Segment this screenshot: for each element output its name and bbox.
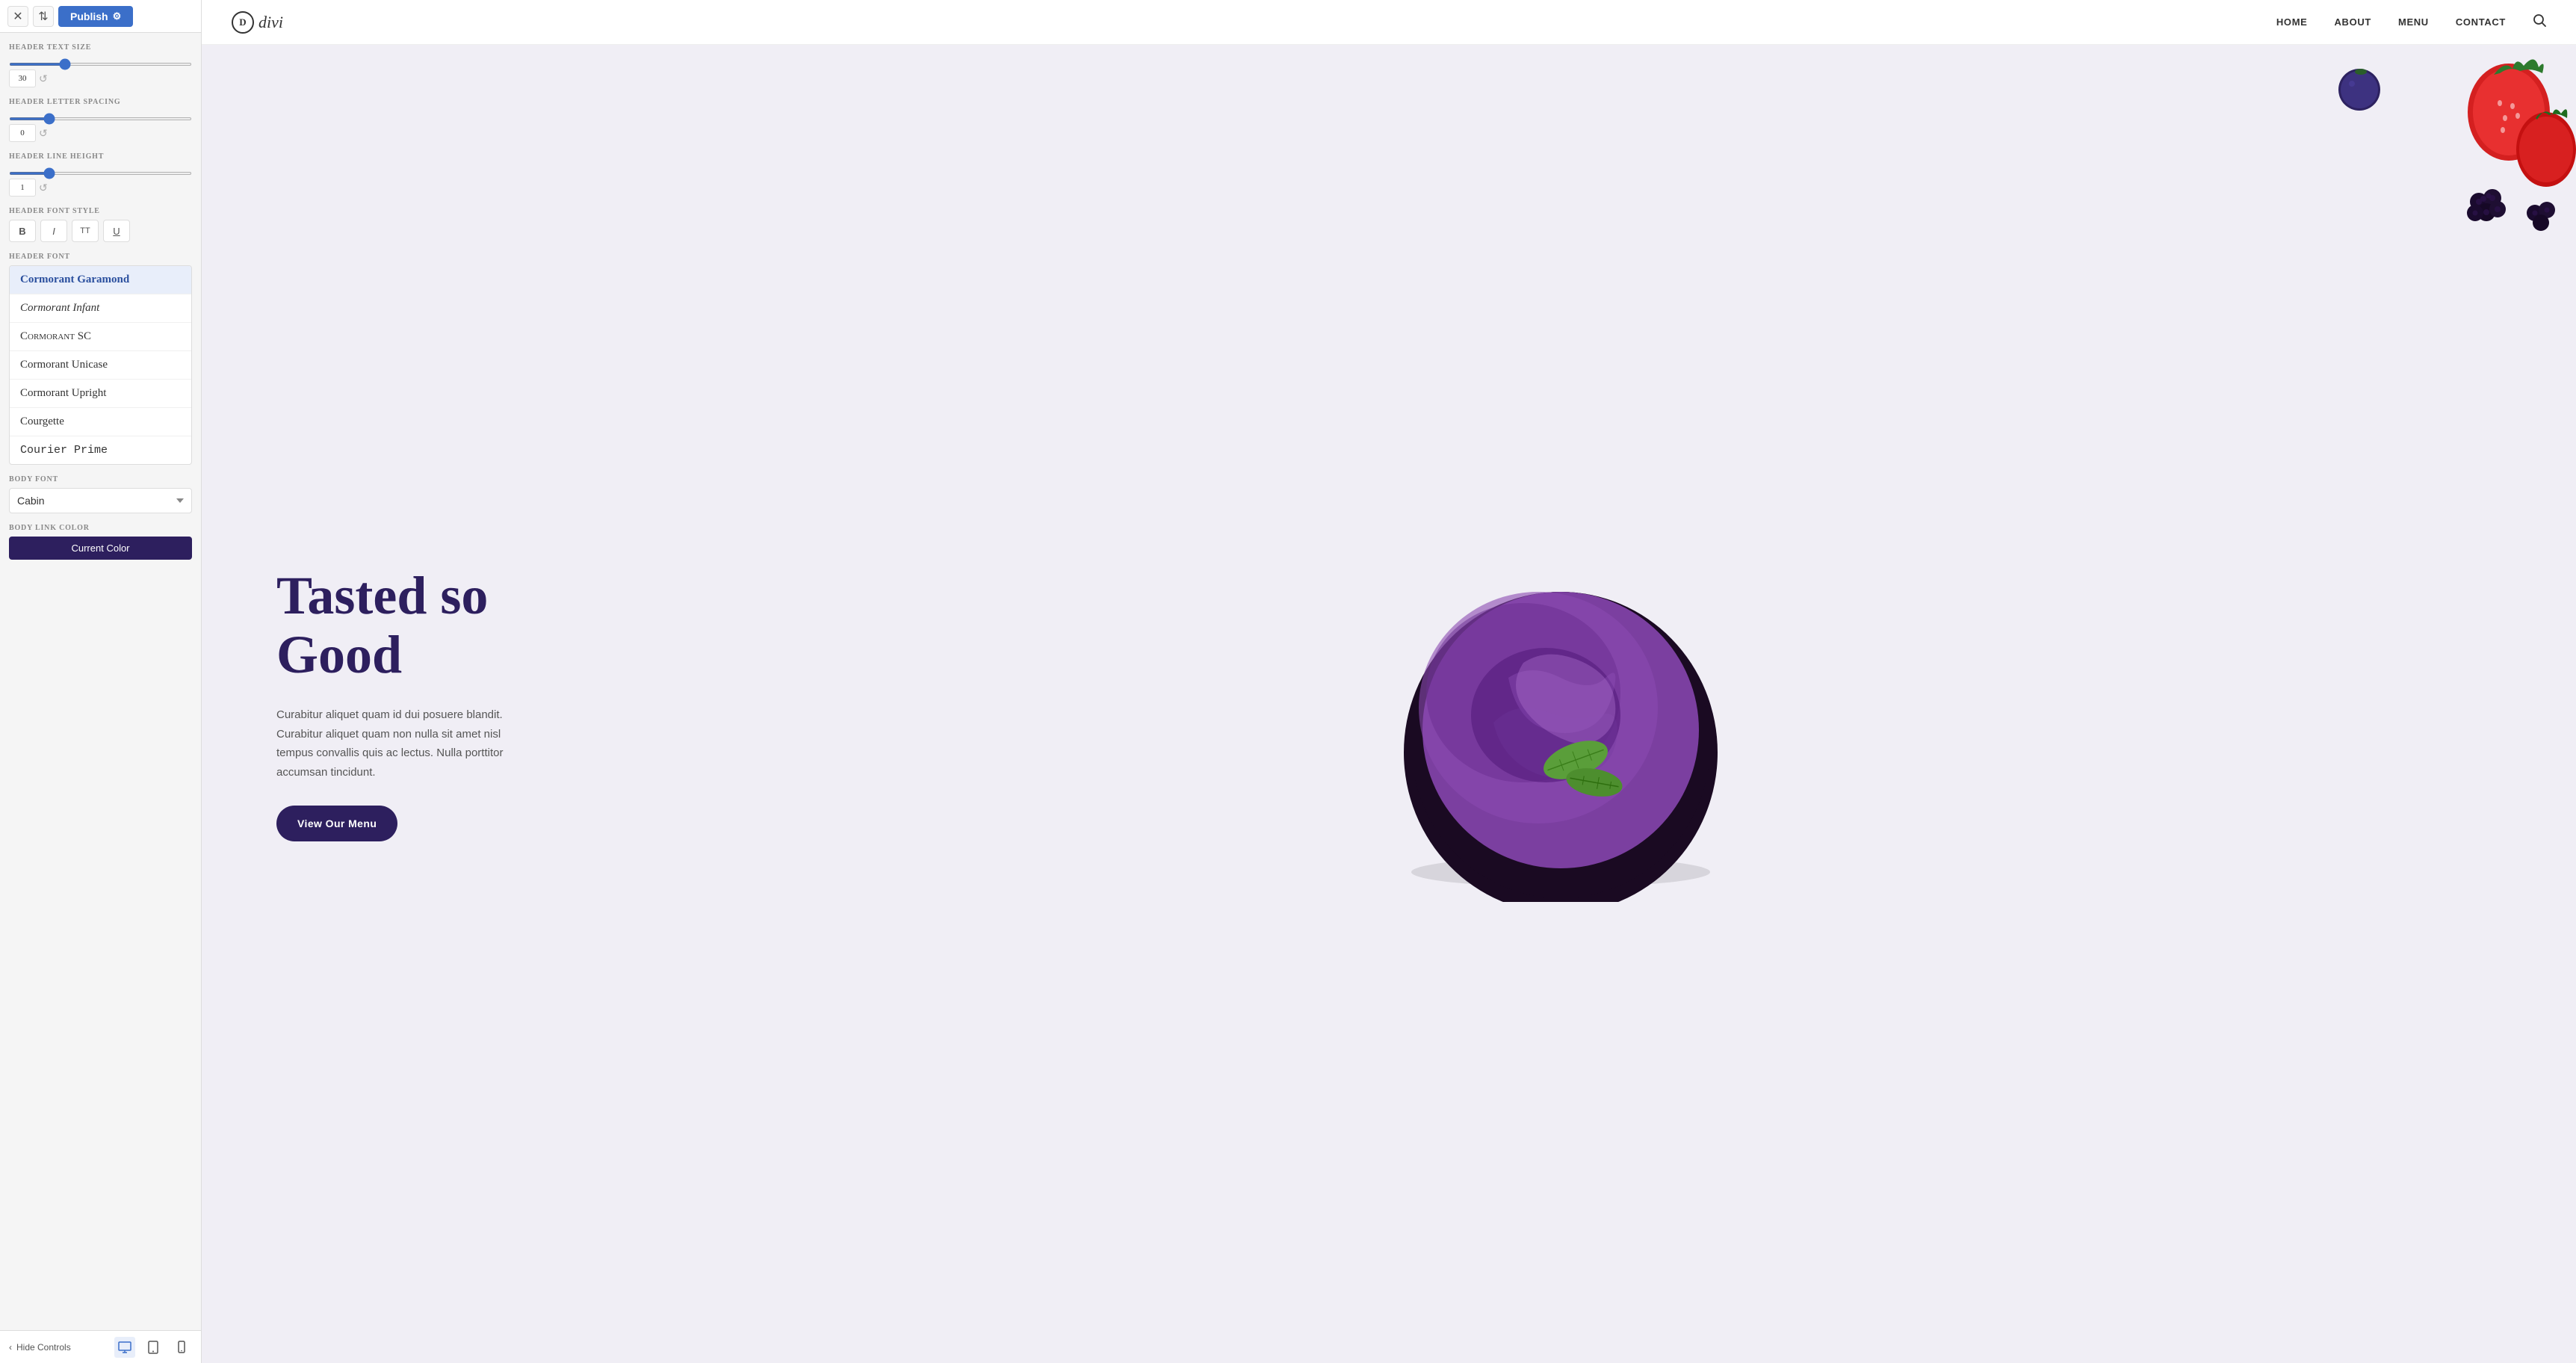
header-letter-spacing-slider-row [9, 111, 192, 124]
cta-button[interactable]: View Our Menu [276, 806, 397, 841]
cta-label: View Our Menu [297, 818, 377, 829]
header-text-size-reset[interactable]: ↺ [39, 73, 48, 84]
font-list-item-cormorant-sc[interactable]: Cormorant SC [10, 323, 191, 351]
chevron-icon: ‹ [9, 1342, 12, 1353]
bowl-image [1374, 528, 1747, 902]
header-font-style-group: HEADER FONT STYLE B I TT U [9, 207, 192, 242]
hero-text: Tasted so Good Curabitur aliquet quam id… [202, 45, 545, 1363]
hero-section: Tasted so Good Curabitur aliquet quam id… [202, 45, 2576, 1363]
logo-text: divi [258, 13, 283, 32]
header-line-height-value: 1 [9, 179, 36, 197]
hero-heading: Tasted so Good [276, 566, 508, 684]
header-letter-spacing-value-box: 0 ↺ [9, 124, 192, 142]
search-icon[interactable] [2533, 13, 2546, 31]
bold-button[interactable]: B [9, 220, 36, 242]
body-link-color-label-text: Current Color [71, 543, 129, 554]
fruit-decoration [2315, 45, 2576, 269]
mobile-view-icon[interactable] [171, 1337, 192, 1358]
font-style-row: B I TT U [9, 220, 192, 242]
header-letter-spacing-value: 0 [9, 124, 36, 142]
publish-label: Publish [70, 10, 108, 22]
header-text-size-slider-row [9, 56, 192, 69]
underline-button[interactable]: U [103, 220, 130, 242]
tablet-view-icon[interactable] [143, 1337, 164, 1358]
uppercase-button[interactable]: TT [72, 220, 99, 242]
top-bar: ✕ ⇅ Publish ⚙ [0, 0, 201, 33]
body-link-color-label: BODY LINK COLOR [9, 524, 192, 532]
nav-contact[interactable]: CONTACT [2456, 16, 2506, 28]
header-letter-spacing-slider[interactable] [9, 117, 192, 120]
header-line-height-label: HEADER LINE HEIGHT [9, 152, 192, 161]
body-font-select[interactable]: Cabin Open Sans Lato Roboto [9, 488, 192, 513]
publish-button[interactable]: Publish ⚙ [58, 6, 133, 27]
header-line-height-group: HEADER LINE HEIGHT 1 ↺ [9, 152, 192, 197]
header-text-size-value-box: 30 ↺ [9, 69, 192, 87]
header-font-style-label: HEADER FONT STYLE [9, 207, 192, 215]
bottom-bar: ‹ Hide Controls [0, 1330, 201, 1363]
font-list-item-courgette[interactable]: Courgette [10, 408, 191, 436]
nav-about[interactable]: ABOUT [2335, 16, 2371, 28]
nav-home[interactable]: HOME [2276, 16, 2308, 28]
font-list-item-cormorant-garamond[interactable]: Cormorant Garamond [10, 266, 191, 294]
gear-icon: ⚙ [113, 10, 122, 22]
logo-circle: D [232, 11, 254, 34]
font-list: Cormorant Garamond Cormorant Infant Corm… [9, 265, 192, 465]
header-letter-spacing-slider-container [9, 111, 192, 124]
body-font-label: BODY FONT [9, 475, 192, 483]
header-text-size-group: HEADER TEXT SIZE 30 ↺ [9, 43, 192, 87]
body-link-color-group: BODY LINK COLOR Current Color [9, 524, 192, 560]
header-letter-spacing-reset[interactable]: ↺ [39, 128, 48, 138]
font-list-item-cormorant-infant[interactable]: Cormorant Infant [10, 294, 191, 323]
hide-controls-button[interactable]: ‹ Hide Controls [9, 1342, 71, 1353]
font-list-item-cormorant-unicase[interactable]: Cormorant Unicase [10, 351, 191, 380]
hide-controls-label: Hide Controls [16, 1342, 71, 1353]
body-font-group: BODY FONT Cabin Open Sans Lato Roboto [9, 475, 192, 513]
controls-area: HEADER TEXT SIZE 30 ↺ HEADER LETTER SPAC… [0, 33, 201, 1330]
site-header: D divi HOME ABOUT MENU CONTACT [202, 0, 2576, 45]
header-letter-spacing-label: HEADER LETTER SPACING [9, 98, 192, 106]
site-logo: D divi [232, 11, 283, 34]
site-nav: HOME ABOUT MENU CONTACT [2276, 13, 2546, 31]
header-line-height-slider-row [9, 165, 192, 179]
header-line-height-value-box: 1 ↺ [9, 179, 192, 197]
header-line-height-reset[interactable]: ↺ [39, 182, 48, 193]
body-link-color-button[interactable]: Current Color [9, 537, 192, 560]
header-text-size-slider-container [9, 56, 192, 69]
close-icon[interactable]: ✕ [7, 6, 28, 27]
header-line-height-slider-container [9, 165, 192, 179]
header-font-label: HEADER FONT [9, 253, 192, 261]
sort-icon[interactable]: ⇅ [33, 6, 54, 27]
header-text-size-slider[interactable] [9, 63, 192, 66]
header-letter-spacing-group: HEADER LETTER SPACING 0 ↺ [9, 98, 192, 142]
font-list-item-cormorant-upright[interactable]: Cormorant Upright [10, 380, 191, 408]
left-panel: ✕ ⇅ Publish ⚙ HEADER TEXT SIZE 30 ↺ HEAD… [0, 0, 202, 1363]
italic-button[interactable]: I [40, 220, 67, 242]
font-list-item-courier-prime[interactable]: Courier Prime [10, 436, 191, 464]
hero-body: Curabitur aliquet quam id dui posuere bl… [276, 705, 508, 782]
header-font-group: HEADER FONT Cormorant Garamond Cormorant… [9, 253, 192, 465]
nav-menu[interactable]: MENU [2398, 16, 2429, 28]
header-text-size-label: HEADER TEXT SIZE [9, 43, 192, 52]
header-line-height-slider[interactable] [9, 172, 192, 175]
desktop-view-icon[interactable] [114, 1337, 135, 1358]
header-text-size-value: 30 [9, 69, 36, 87]
main-area: D divi HOME ABOUT MENU CONTACT Tasted so… [202, 0, 2576, 1363]
hero-image [545, 45, 2576, 1363]
view-icons [114, 1337, 192, 1358]
